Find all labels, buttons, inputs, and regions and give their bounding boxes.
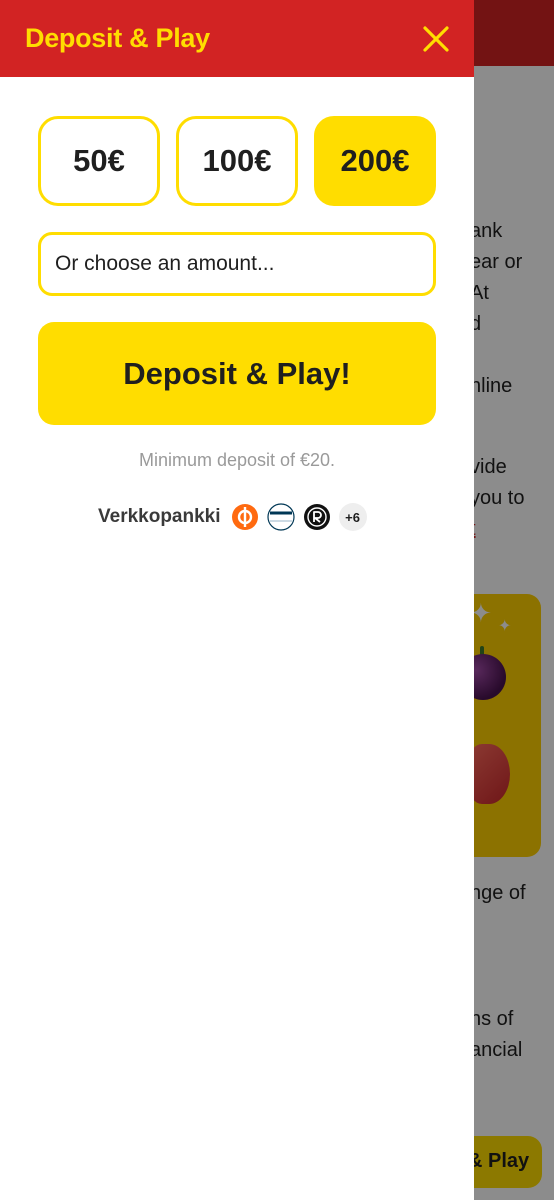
deposit-play-button[interactable]: Deposit & Play!	[38, 322, 436, 425]
minimum-deposit-note: Minimum deposit of €20.	[138, 450, 336, 470]
close-button[interactable]	[416, 19, 456, 59]
payment-methods: Verkkopankki +6	[98, 503, 367, 531]
deposit-drawer: Deposit & Play 50€ 100€ 200€ Deposit & P…	[0, 0, 474, 1200]
amount-100-button[interactable]: 100€	[176, 116, 298, 206]
more-payment-methods-badge: +6	[338, 503, 367, 531]
drawer-header: Deposit & Play	[0, 0, 474, 77]
custom-amount-input[interactable]	[38, 232, 436, 296]
drawer-title: Deposit & Play	[25, 23, 210, 53]
amount-50-button[interactable]: 50€	[38, 116, 160, 206]
revolut-icon	[303, 503, 331, 531]
amount-200-button[interactable]: 200€	[314, 116, 436, 206]
amount-options: 50€ 100€ 200€	[38, 116, 436, 206]
danske-bank-icon	[266, 503, 295, 531]
payment-label: Verkkopankki	[98, 506, 221, 527]
op-bank-icon	[231, 503, 259, 531]
close-icon	[423, 25, 449, 52]
